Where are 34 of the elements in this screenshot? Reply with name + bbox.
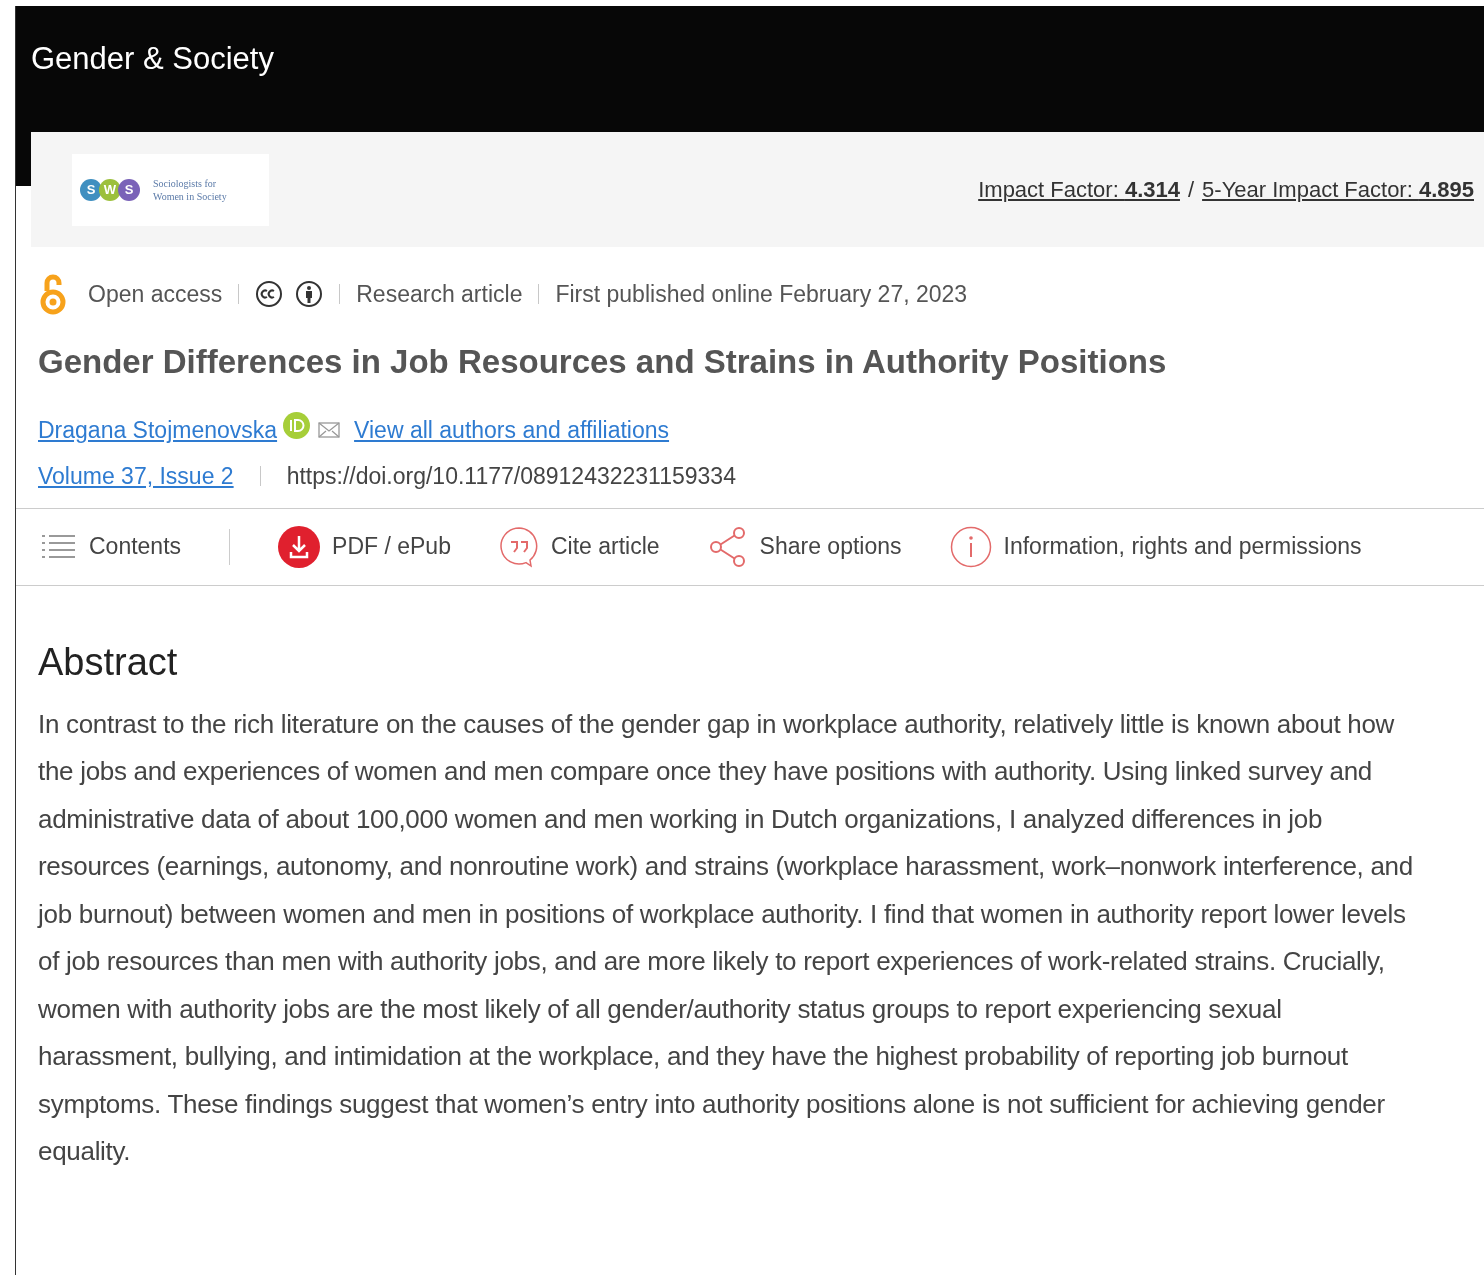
publication-date: First published online February 27, 2023 (555, 279, 968, 309)
toolbar-button[interactable]: Contents (41, 529, 182, 564)
cc-icon (255, 280, 284, 308)
journal-title[interactable]: Gender & Society (31, 41, 274, 76)
mail-icon[interactable] (318, 421, 341, 438)
abstract-text: In contrast to the rich literature on the causes of the gender gap in workplace authority, relatively little is known about how the jobs and experiences of women and men compare once they have positions with authority. Using linked survey and administrative data of about 100,000 women and men working in Dutch organizations, I analyzed differences in job resources (earnings, autonomy, and nonroutine work) and strains (workplace harassment, work–nonwork interference, and job burnout) between women and men in positions of workplace authority. I find that women in authority report lower levels of job resources than men with authority jobs, and are more likely to report experiences of work-related strains. Crucially, women with authority jobs are the most likely of all gender/authority status groups to report experiencing sexual harassment, bullying, and intimidation at the workplace, and they have the highest probability of reporting job burnout symptoms. These findings suggest that women’s entry into authority positions alone is not sufficient for achieving gender equality. (38, 707, 1414, 1168)
open-access-label: Open access (88, 279, 223, 309)
toolbar-button[interactable]: Information, rights and permissions (949, 525, 1362, 568)
logo-letter: W (99, 178, 121, 201)
person-icon (295, 280, 324, 308)
issue-link[interactable]: Volume 37, Issue 2 (38, 459, 234, 494)
logo-text: Women in Society (153, 189, 227, 203)
open-lock-icon (38, 273, 68, 315)
info-icon (949, 525, 992, 568)
author-link[interactable]: Dragana Stojmenovska (38, 412, 278, 447)
article-title: Gender Differences in Job Resources and Strains in Authority Positions (38, 342, 1168, 382)
share-icon (707, 525, 748, 568)
logo-text: Sociologists for (153, 176, 218, 190)
article-type: Research article (356, 279, 523, 309)
impact-factor-link[interactable]: Impact Factor: 4.314 (978, 173, 1180, 206)
download-icon (278, 525, 321, 568)
doi-text: https://doi.org/10.1177/08912432231159334 (286, 462, 736, 491)
society-logo[interactable]: S W S Sociologists for Women in Society (72, 153, 269, 226)
toolbar-button[interactable]: Cite article (498, 525, 660, 568)
orcid-icon[interactable] (283, 412, 311, 440)
toolbar-button[interactable]: PDF / ePub (278, 525, 451, 568)
abstract-heading: Abstract (38, 639, 179, 685)
separator-text: / (1187, 176, 1195, 204)
quote-bubble-icon (498, 525, 539, 568)
toolbar-button[interactable]: Share options (707, 525, 902, 568)
five-year-impact-factor-link[interactable]: 5-Year Impact Factor: 4.895 (1202, 173, 1474, 206)
logo-letter: S (118, 178, 140, 201)
all-authors-link[interactable]: View all authors and affiliations (354, 412, 670, 447)
logo-letter: S (80, 178, 102, 201)
